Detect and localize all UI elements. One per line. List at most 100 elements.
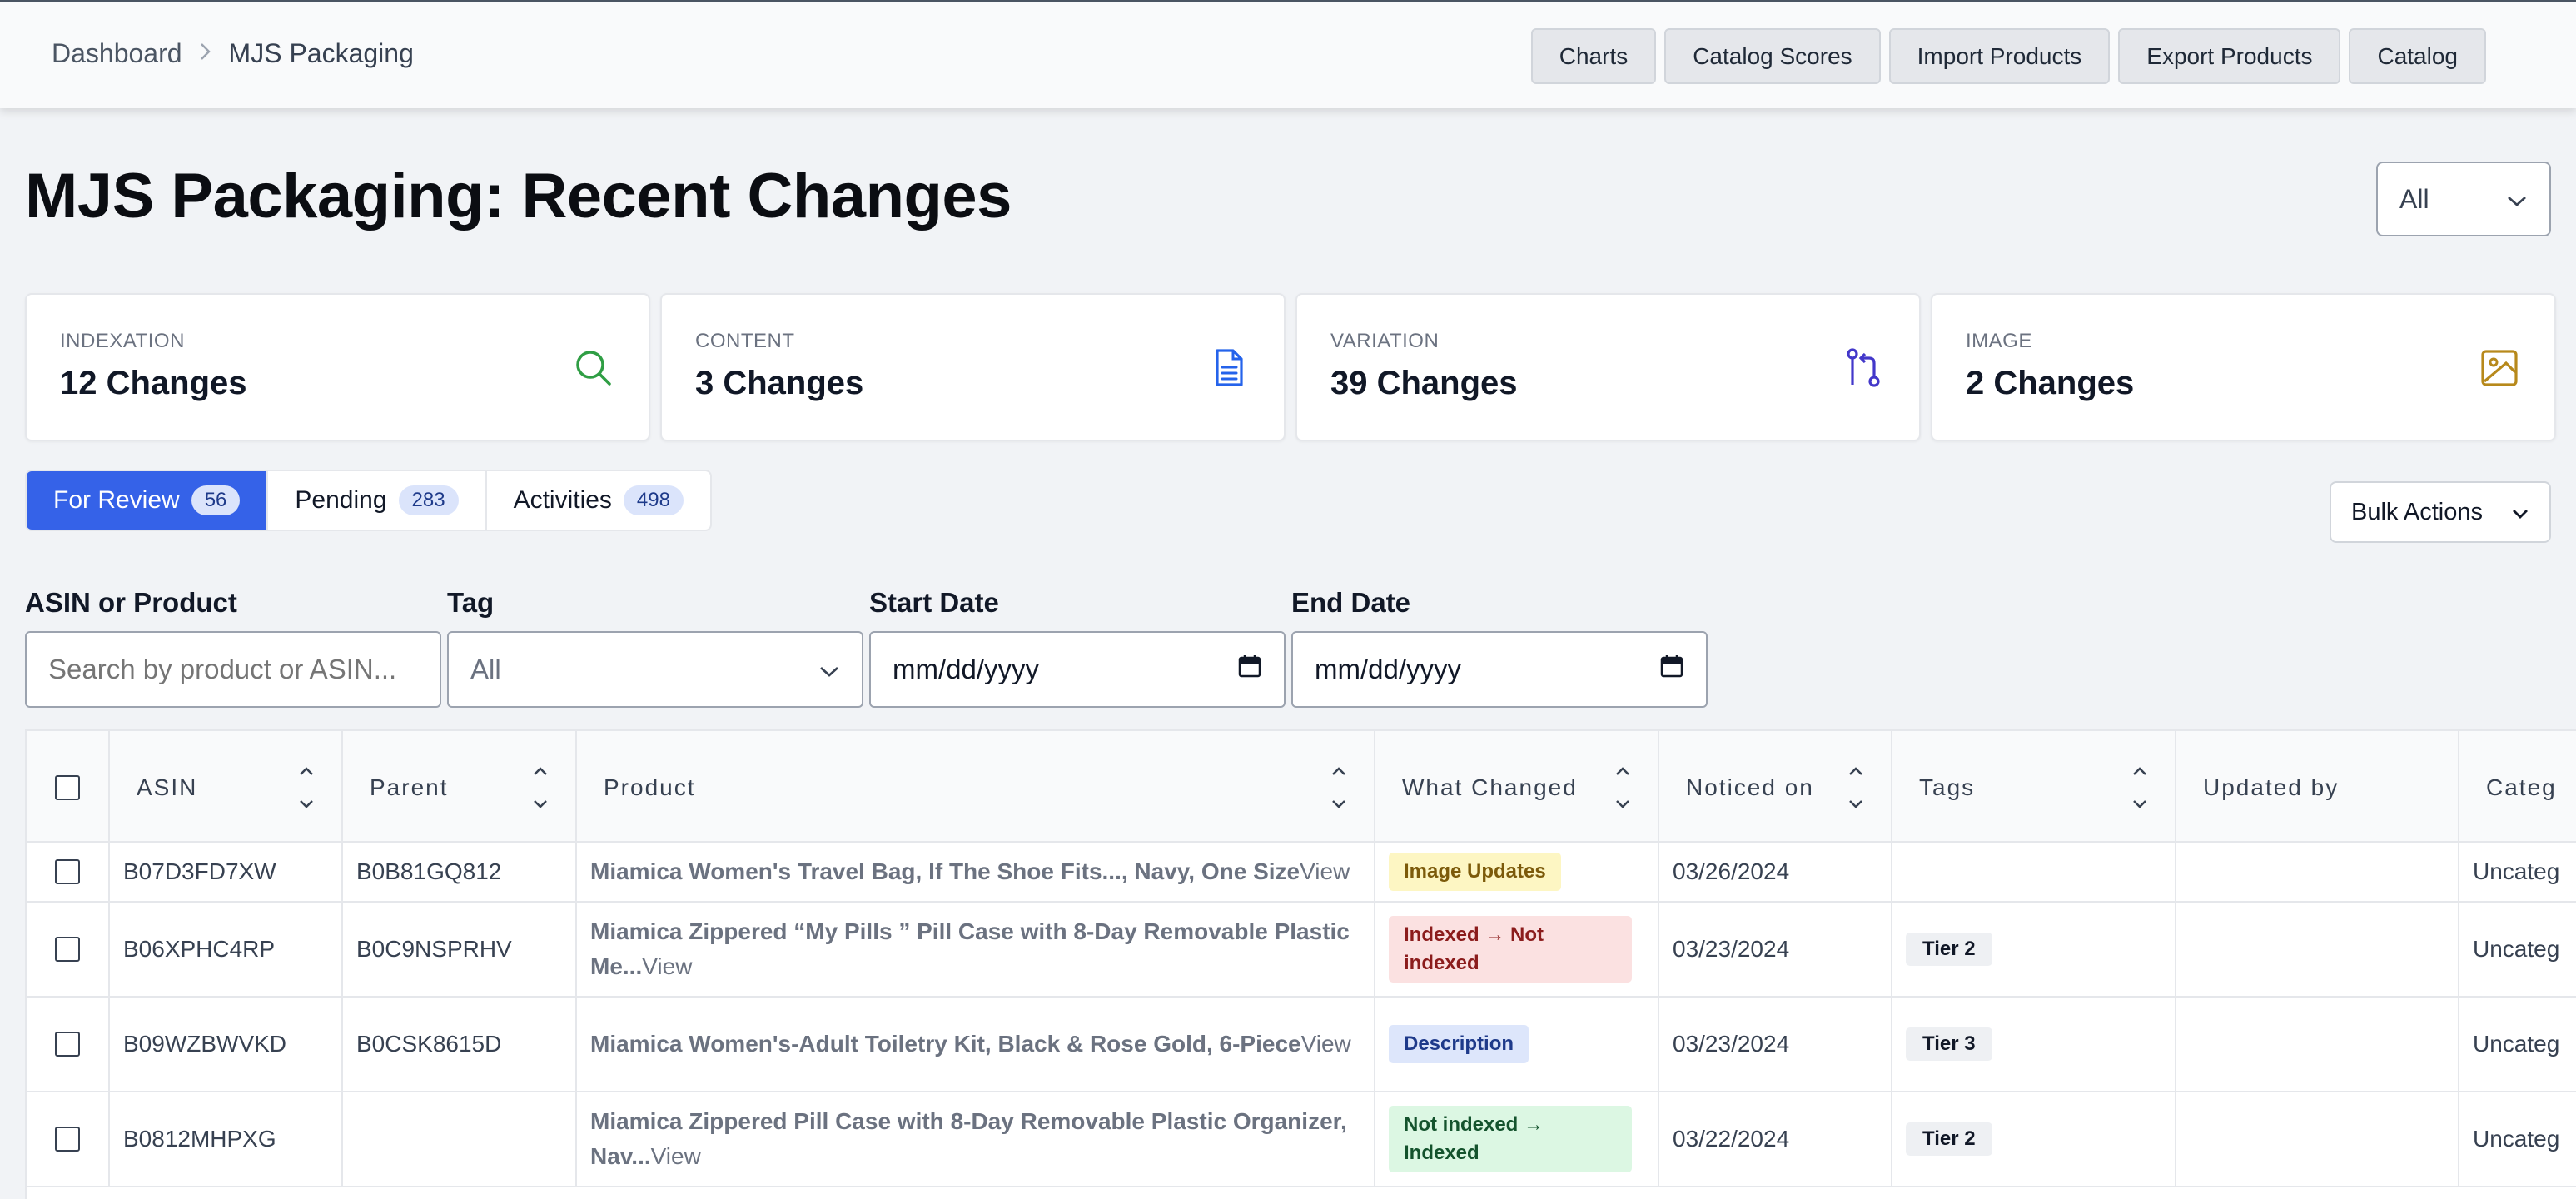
tab-label: For Review <box>53 486 180 514</box>
top-bar: Dashboard MJS Packaging Charts Catalog S… <box>0 0 2576 108</box>
table-row[interactable]: B09WZBWVKD B0CSK8615D Miamica Women's-Ad… <box>27 998 2576 1092</box>
view-link[interactable]: View <box>1301 1031 1351 1057</box>
column-tags[interactable]: Tags <box>1892 731 2176 844</box>
category-cell: Uncateg <box>2473 858 2560 884</box>
chevron-down-icon <box>2506 184 2528 215</box>
breadcrumb-dashboard-link[interactable]: Dashboard <box>52 38 182 69</box>
select-all-checkbox[interactable] <box>55 775 80 800</box>
tag-badge: Tier 3 <box>1906 1027 1992 1061</box>
search-input[interactable] <box>25 631 441 708</box>
chevron-down-icon <box>2511 499 2529 526</box>
column-asin[interactable]: ASIN <box>110 731 343 844</box>
calendar-icon[interactable] <box>1659 654 1684 685</box>
end-date-field[interactable]: mm/dd/yyyy <box>1291 631 1708 708</box>
column-category[interactable]: Categ <box>2459 731 2576 844</box>
change-badge: Not indexed → Indexed <box>1389 1106 1632 1172</box>
row-checkbox[interactable] <box>55 1127 80 1152</box>
column-label: What Changed <box>1402 774 1578 800</box>
product-title: Miamica Women's-Adult Toiletry Kit, Blac… <box>590 1031 1301 1057</box>
category-cell: Uncateg <box>2473 936 2560 962</box>
table-row[interactable] <box>27 1187 2576 1199</box>
tag-badge: Tier 2 <box>1906 1122 1992 1156</box>
column-product[interactable]: Product <box>577 731 1375 844</box>
tag-select[interactable]: All <box>447 631 863 708</box>
sort-icon[interactable] <box>2131 763 2148 813</box>
changes-table: ASIN Parent Product What Changed Noticed… <box>25 729 2576 1199</box>
column-updated-by[interactable]: Updated by <box>2176 731 2459 844</box>
column-noticed-on[interactable]: Noticed on <box>1659 731 1892 844</box>
variation-card[interactable]: VARIATION 39 Changes <box>1295 293 1921 441</box>
row-checkbox[interactable] <box>55 937 80 962</box>
change-badge: Description <box>1389 1025 1529 1063</box>
charts-button[interactable]: Charts <box>1530 28 1657 84</box>
sort-icon[interactable] <box>1614 763 1631 813</box>
noticed-cell: 03/23/2024 <box>1659 998 1892 1091</box>
tags-cell: Tier 2 <box>1892 903 2176 996</box>
noticed-cell: 03/26/2024 <box>1659 843 1892 901</box>
card-label: VARIATION <box>1330 330 1440 352</box>
sort-icon[interactable] <box>1847 763 1864 813</box>
table-row[interactable]: B06XPHC4RP B0C9NSPRHV Miamica Zippered “… <box>27 903 2576 998</box>
view-link[interactable]: View <box>642 953 692 979</box>
bulk-actions-label: Bulk Actions <box>2351 498 2483 525</box>
what-changed-cell: Image Updates <box>1375 843 1659 901</box>
image-icon <box>2478 346 2521 390</box>
tags-cell <box>1892 843 2176 901</box>
tag-filter-label: Tag <box>447 587 495 618</box>
page-title: MJS Packaging: Recent Changes <box>25 161 1012 231</box>
column-label: Noticed on <box>1686 774 1814 800</box>
column-label: ASIN <box>137 774 198 800</box>
what-changed-cell: Not indexed → Indexed <box>1375 1092 1659 1186</box>
start-date-field[interactable]: mm/dd/yyyy <box>869 631 1286 708</box>
card-value: 2 Changes <box>1966 365 2135 401</box>
summary-cards: INDEXATION 12 Changes CONTENT 3 Changes … <box>25 293 2556 441</box>
asin-filter-label: ASIN or Product <box>25 587 237 618</box>
column-parent[interactable]: Parent <box>343 731 577 844</box>
export-products-button[interactable]: Export Products <box>2118 28 2341 84</box>
document-icon <box>1207 346 1251 390</box>
table-row[interactable]: B0812MHPXG Miamica Zippered Pill Case wi… <box>27 1092 2576 1187</box>
tab-activities[interactable]: Activities 498 <box>487 471 710 530</box>
tab-pending[interactable]: Pending 283 <box>268 471 487 530</box>
bulk-actions-button[interactable]: Bulk Actions <box>2330 481 2551 543</box>
marketplace-select[interactable]: All <box>2376 162 2551 236</box>
tab-label: Pending <box>295 486 387 514</box>
calendar-icon[interactable] <box>1237 654 1262 685</box>
product-cell: Miamica Women's-Adult Toiletry Kit, Blac… <box>577 998 1375 1091</box>
image-card[interactable]: IMAGE 2 Changes <box>1931 293 2556 441</box>
content-card[interactable]: CONTENT 3 Changes <box>660 293 1286 441</box>
updated-by-cell <box>2176 903 2459 996</box>
import-products-button[interactable]: Import Products <box>1888 28 2111 84</box>
catalog-scores-button[interactable]: Catalog Scores <box>1664 28 1881 84</box>
search-icon <box>572 346 615 390</box>
product-title: Miamica Zippered Pill Case with 8-Day Re… <box>590 1108 1347 1169</box>
asin-cell: B0812MHPXG <box>110 1092 343 1186</box>
sort-icon[interactable] <box>298 763 315 813</box>
tab-for-review[interactable]: For Review 56 <box>27 471 269 530</box>
parent-cell: B0C9NSPRHV <box>343 903 577 996</box>
product-cell: Miamica Women's Travel Bag, If The Shoe … <box>577 843 1375 901</box>
tags-cell: Tier 3 <box>1892 998 2176 1091</box>
card-value: 39 Changes <box>1330 365 1518 401</box>
view-link[interactable]: View <box>1300 858 1350 884</box>
what-changed-cell: Indexed → Not indexed <box>1375 903 1659 996</box>
view-link[interactable]: View <box>651 1143 701 1169</box>
sort-icon[interactable] <box>532 763 549 813</box>
table-row[interactable]: B07D3FD7XW B0B81GQ812 Miamica Women's Tr… <box>27 843 2576 903</box>
breadcrumb: Dashboard MJS Packaging <box>52 38 414 69</box>
column-what-changed[interactable]: What Changed <box>1375 731 1659 844</box>
select-all-cell <box>27 731 110 844</box>
chevron-down-icon <box>818 654 840 685</box>
updated-by-cell <box>2176 1092 2459 1186</box>
end-date-label: End Date <box>1291 587 1411 618</box>
breadcrumb-current: MJS Packaging <box>228 38 414 68</box>
tag-badge: Tier 2 <box>1906 933 1992 966</box>
catalog-button[interactable]: Catalog <box>2349 28 2486 84</box>
sort-icon[interactable] <box>1330 763 1347 813</box>
indexation-card[interactable]: INDEXATION 12 Changes <box>25 293 650 441</box>
row-select-cell <box>27 903 110 996</box>
category-cell: Uncateg <box>2473 1126 2560 1152</box>
column-label: Parent <box>370 774 449 800</box>
row-checkbox[interactable] <box>55 1032 80 1057</box>
row-checkbox[interactable] <box>55 859 80 884</box>
